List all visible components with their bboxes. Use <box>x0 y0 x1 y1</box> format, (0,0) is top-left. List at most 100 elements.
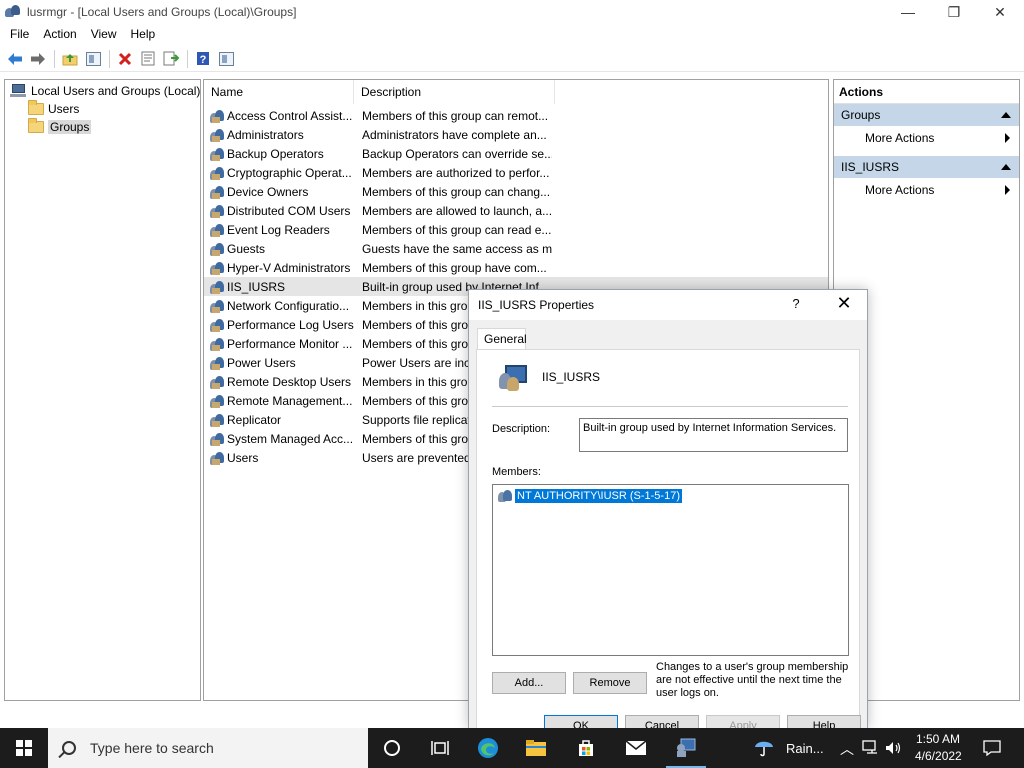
help-toolbar-button[interactable]: ? <box>192 48 214 70</box>
group-name-cell: Distributed COM Users <box>204 203 357 219</box>
table-row[interactable]: Administrators Administrators have comple… <box>204 125 828 144</box>
group-description-cell: Guests have the same access as m... <box>362 241 552 256</box>
dialog-close-button[interactable]: ✕ <box>832 293 856 314</box>
menu-help[interactable]: Help <box>124 24 163 44</box>
description-field[interactable]: Built-in group used by Internet Informat… <box>579 418 848 452</box>
group-name-cell: Remote Desktop Users <box>204 374 357 390</box>
column-header-description[interactable]: Description <box>354 80 555 104</box>
dialog-title: IIS_IUSRS Properties <box>478 298 595 312</box>
edge-button[interactable] <box>464 728 512 768</box>
show-hide-action-pane-button[interactable] <box>215 48 237 70</box>
group-name-text: Performance Monitor ... <box>227 336 353 351</box>
table-row[interactable]: Access Control Assist... Members of this … <box>204 106 828 125</box>
column-header-name[interactable]: Name <box>204 80 354 104</box>
folder-icon <box>28 118 44 133</box>
general-tab-panel: IIS_IUSRS Description: Built-in group us… <box>476 349 860 730</box>
table-row[interactable]: Device Owners Members of this group can c… <box>204 182 828 201</box>
group-name-text: Backup Operators <box>227 146 324 161</box>
show-hide-tree-button[interactable] <box>82 48 104 70</box>
table-row[interactable]: Event Log Readers Members of this group c… <box>204 220 828 239</box>
menu-file[interactable]: File <box>3 24 36 44</box>
weather-button[interactable] <box>752 728 776 768</box>
group-name-cell: Performance Log Users <box>204 317 357 333</box>
tree-item-label: Groups <box>48 120 92 134</box>
help-icon: ? <box>197 52 209 66</box>
menu-view[interactable]: View <box>84 24 124 44</box>
group-name-cell: Guests <box>204 241 357 257</box>
group-name-text: Guests <box>227 241 266 256</box>
table-row[interactable]: Guests Guests have the same access as m..… <box>204 239 828 258</box>
group-icon <box>209 393 225 409</box>
timeline-icon <box>431 741 449 755</box>
edge-icon <box>478 738 498 758</box>
group-name-cell: Backup Operators <box>204 146 357 162</box>
more-actions-iis-iusrs[interactable]: More Actions <box>834 178 1019 202</box>
group-icon <box>209 279 225 295</box>
task-view-button[interactable] <box>368 728 416 768</box>
back-button[interactable] <box>4 48 26 70</box>
group-description-cell: Members of this group can remot... <box>362 108 549 123</box>
table-row[interactable]: Hyper-V Administrators Members of this gr… <box>204 258 828 277</box>
mail-button[interactable] <box>612 728 660 768</box>
group-description-cell: Backup Operators can override se... <box>362 146 552 161</box>
member-label: NT AUTHORITY\IUSR (S-1-5-17) <box>515 488 682 503</box>
search-placeholder: Type here to search <box>90 740 214 756</box>
add-button[interactable]: Add... <box>492 672 566 694</box>
start-button[interactable] <box>0 728 48 768</box>
minimize-button[interactable]: — <box>885 0 931 24</box>
file-explorer-button[interactable] <box>512 728 560 768</box>
clock-time[interactable]: 1:50 AM <box>916 732 960 746</box>
forward-button[interactable] <box>27 48 49 70</box>
weather-text[interactable]: Rain... <box>786 741 824 756</box>
group-description-cell: Members of this group can chang... <box>362 184 551 199</box>
up-one-level-button[interactable] <box>59 48 81 70</box>
group-name-text: Distributed COM Users <box>227 203 351 218</box>
list-item[interactable]: NT AUTHORITY\IUSR (S-1-5-17) <box>498 488 682 503</box>
table-row[interactable]: Cryptographic Operat... Members are autho… <box>204 163 828 182</box>
close-button[interactable]: ✕ <box>977 0 1023 24</box>
store-button[interactable] <box>562 728 610 768</box>
clock-date[interactable]: 4/6/2022 <box>915 749 962 763</box>
group-name-cell: Performance Monitor ... <box>204 336 357 352</box>
group-icon <box>209 241 225 257</box>
tab-general[interactable]: General <box>477 328 527 350</box>
export-list-button[interactable] <box>160 48 182 70</box>
group-name-text: Remote Desktop Users <box>227 374 352 389</box>
more-actions-groups[interactable]: More Actions <box>834 126 1019 150</box>
restore-button[interactable]: ❐ <box>931 0 977 24</box>
toolbar-separator <box>187 49 188 68</box>
table-row[interactable]: Distributed COM Users Members are allowed… <box>204 201 828 220</box>
members-label: Members: <box>492 466 541 478</box>
actions-section-groups[interactable]: Groups <box>834 104 1019 126</box>
membership-note: Changes to a user's group membership are… <box>656 661 849 699</box>
tree-root-local-users-and-groups[interactable]: Local Users and Groups (Local) <box>10 82 200 100</box>
timeline-button[interactable] <box>416 728 464 768</box>
group-icon <box>209 146 225 162</box>
remove-button[interactable]: Remove <box>573 672 647 694</box>
group-name-cell: Replicator <box>204 412 357 428</box>
volume-icon[interactable] <box>885 740 903 756</box>
group-name-cell: IIS_IUSRS <box>204 279 357 295</box>
dialog-help-button[interactable]: ? <box>786 296 806 311</box>
group-description-cell: Members of this group can read e... <box>362 222 552 237</box>
properties-button[interactable] <box>137 48 159 70</box>
delete-button[interactable] <box>114 48 136 70</box>
submenu-arrow-icon <box>1005 185 1010 195</box>
actions-section-iis-iusrs[interactable]: IIS_IUSRS <box>834 156 1019 178</box>
table-row[interactable]: Backup Operators Backup Operators can ove… <box>204 144 828 163</box>
tree-item-users[interactable]: Users <box>28 100 79 118</box>
group-name-text: Users <box>227 450 259 465</box>
lusrmgr-taskbar-button[interactable] <box>662 728 710 768</box>
store-icon <box>579 740 593 756</box>
group-name-cell: Remote Management... <box>204 393 357 409</box>
user-group-icon <box>498 489 513 503</box>
show-hidden-icons-chevron-icon[interactable]: ︿ <box>840 739 854 759</box>
members-list[interactable]: NT AUTHORITY\IUSR (S-1-5-17) <box>492 484 849 656</box>
tree-item-groups[interactable]: Groups <box>28 118 92 136</box>
network-icon[interactable] <box>862 740 880 756</box>
notifications-icon[interactable] <box>983 739 1001 757</box>
menu-action[interactable]: Action <box>36 24 83 44</box>
group-name-text: IIS_IUSRS <box>227 279 286 294</box>
taskbar-search[interactable]: Type here to search <box>48 728 368 768</box>
toolbar-separator <box>54 49 55 68</box>
